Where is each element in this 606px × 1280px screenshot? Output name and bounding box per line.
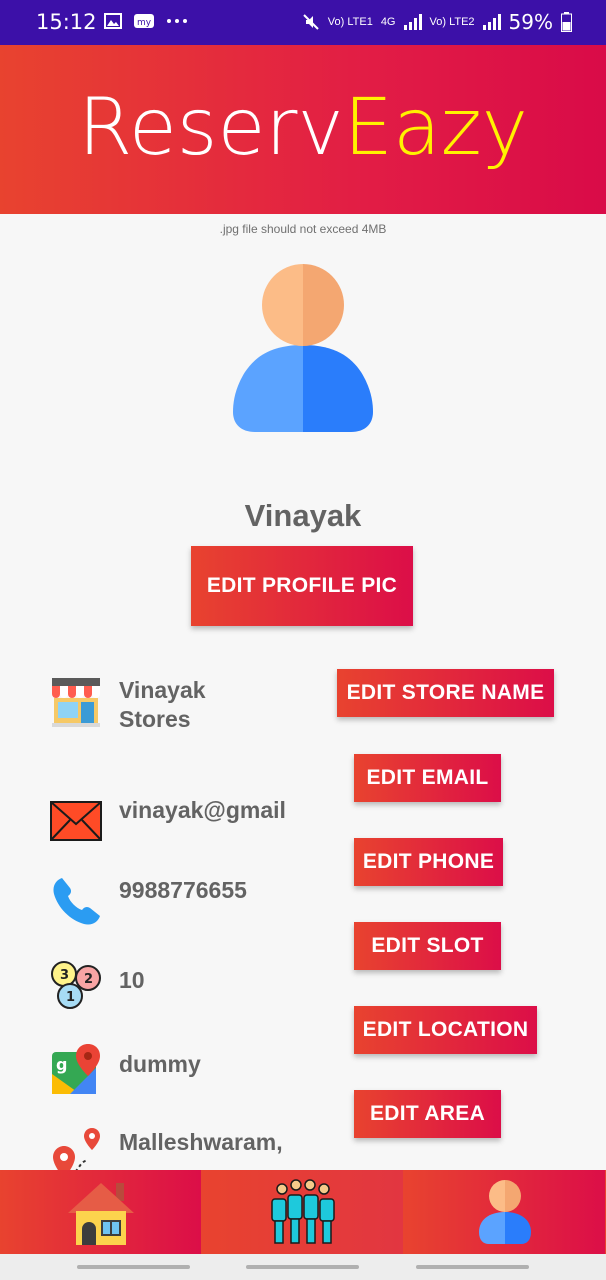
gesture-pill-center[interactable]: [246, 1265, 359, 1269]
network-sim2: Vo) LTE2: [429, 16, 475, 28]
edit-profile-pic-button[interactable]: EDIT PROFILE PIC: [191, 546, 413, 626]
battery-percent: 59%: [508, 10, 553, 34]
file-size-note: .jpg file should not exceed 4MB: [219, 222, 387, 236]
svg-text:3: 3: [60, 968, 69, 983]
location-row: g dummy: [50, 1044, 201, 1096]
phone-value: 9988776655: [119, 877, 247, 903]
area-value: Malleshwaram,: [119, 1129, 283, 1155]
gesture-pill-left[interactable]: [77, 1265, 190, 1269]
signal-icon: [403, 14, 422, 30]
profile-icon: [478, 1180, 531, 1244]
profile-avatar-icon[interactable]: [231, 262, 375, 434]
notification-icons: my: [104, 12, 188, 30]
gallery-icon: [104, 13, 122, 29]
status-time: 15:12: [36, 10, 97, 34]
svg-text:1: 1: [66, 990, 75, 1005]
myntra-icon: my: [134, 14, 154, 28]
email-value: vinayak@gmail: [119, 797, 286, 823]
system-nav-bar: [0, 1254, 606, 1280]
status-bar: 15:12 my Vo) LTE1 4G Vo) LTE2 59%: [0, 0, 606, 45]
phone-icon: [53, 878, 100, 925]
location-value: dummy: [119, 1051, 201, 1077]
edit-area-button[interactable]: EDIT AREA: [354, 1090, 501, 1138]
edit-email-button[interactable]: EDIT EMAIL: [354, 754, 501, 802]
slot-value: 10: [119, 967, 145, 993]
app-header: ReservEazy: [0, 45, 606, 214]
status-right: Vo) LTE1 4G Vo) LTE2 59%: [302, 10, 572, 34]
edit-slot-button[interactable]: EDIT SLOT: [354, 922, 501, 970]
edit-phone-button[interactable]: EDIT PHONE: [354, 838, 503, 886]
battery-icon: [561, 12, 572, 32]
google-maps-icon: g: [52, 1044, 100, 1094]
email-icon: [50, 801, 102, 841]
phone-row: 9988776655: [50, 876, 247, 928]
store-icon: [52, 678, 100, 727]
edit-store-name-button[interactable]: EDIT STORE NAME: [337, 669, 554, 717]
store-name-row: Vinayak Stores: [50, 676, 206, 734]
mute-icon: [303, 14, 319, 30]
bottom-navigation: [0, 1170, 606, 1254]
gesture-pill-right[interactable]: [416, 1265, 529, 1269]
user-name: Vinayak: [244, 498, 362, 533]
edit-location-button[interactable]: EDIT LOCATION: [354, 1006, 537, 1054]
nav-tab-profile[interactable]: [404, 1170, 606, 1254]
signal-icon-2: [482, 14, 501, 30]
svg-text:2: 2: [84, 972, 93, 987]
store-name-value: Vinayak Stores: [119, 677, 206, 732]
slot-row: 3 2 1 10: [50, 960, 145, 1012]
app-logo: ReservEazy: [78, 83, 528, 173]
network-sim1: Vo) LTE1: [327, 16, 373, 28]
svg-text:g: g: [56, 1055, 67, 1074]
queue-numbers-icon: 3 2 1: [51, 961, 101, 1009]
home-icon: [67, 1183, 134, 1245]
email-row: vinayak@gmail: [50, 796, 286, 848]
people-queue-icon: [270, 1179, 335, 1244]
nav-tab-queue[interactable]: [202, 1170, 404, 1254]
more-icon: [167, 19, 187, 23]
nav-tab-home[interactable]: [0, 1170, 202, 1254]
svg-text:my: my: [137, 18, 152, 28]
network-type: 4G: [380, 16, 396, 28]
